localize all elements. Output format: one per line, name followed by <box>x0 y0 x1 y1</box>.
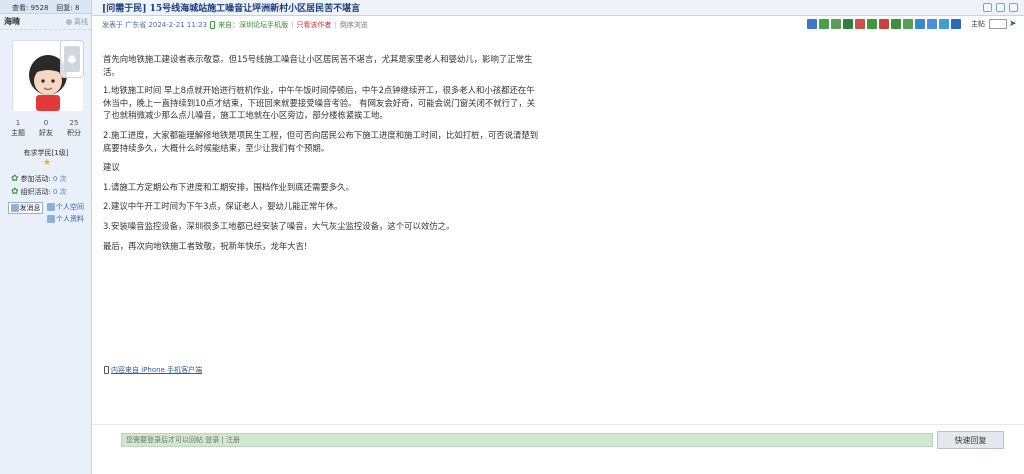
personal-profile-link[interactable]: 个人资料 <box>47 214 84 224</box>
author-header: 海晴 离线 <box>0 14 91 30</box>
profile-icon <box>47 215 55 223</box>
floor-jump-input[interactable] <box>989 19 1007 29</box>
activity-organized: ✿ 组织活动: 0 次 <box>11 187 67 197</box>
send-message-button[interactable]: 发消息 <box>8 202 43 214</box>
activity-joined: ✿ 参加活动: 0 次 <box>11 174 67 184</box>
count-topics[interactable]: 1 主题 <box>4 118 32 138</box>
count-points[interactable]: 25 积分 <box>60 118 88 138</box>
share-icon-7[interactable] <box>879 19 889 29</box>
share-icon-3[interactable] <box>831 19 841 29</box>
arrow-right-icon[interactable]: ➤ <box>1009 19 1018 29</box>
share-icon-12[interactable] <box>939 19 949 29</box>
post-paragraph: 2.施工进度，大家都能理解修地铁是项民生工程，但可否向居民公布下施工进度和施工时… <box>103 129 539 153</box>
apple-icon: ● <box>64 46 80 72</box>
post-content: 首先向地铁施工建设者表示敬意。但15号线施工噪音让小区居民苦不堪言，尤其是家里老… <box>103 53 543 259</box>
count-friends[interactable]: 0 好友 <box>32 118 60 138</box>
reverse-order-link[interactable]: 倒序浏览 <box>340 20 368 30</box>
replies-count: 回复: 8 <box>56 4 80 12</box>
post-paragraph: 建议 <box>103 162 120 173</box>
post-meta: 发表于 广东省 2024-2-21 11:23 来自：深圳论坛手机版 | 只看该… <box>92 16 1024 34</box>
iphone-icon <box>104 366 109 374</box>
star-icon: ★ <box>43 158 52 168</box>
print-icon[interactable] <box>983 3 992 12</box>
quick-reply-button[interactable]: 快速回复 <box>937 431 1004 449</box>
share-icon-4[interactable] <box>843 19 853 29</box>
post-paragraph: 首先向地铁施工建设者表示敬意。但15号线施工噪音让小区居民苦不堪言，尤其是家里老… <box>103 54 533 77</box>
offline-icon <box>66 18 72 25</box>
post-meta-info: 发表于 广东省 2024-2-21 11:23 来自：深圳论坛手机版 | 只看该… <box>102 20 368 30</box>
post-titlebar: [问需于民] 15号线海城站施工噪音让坪洲新村小区居民苦不堪言 <box>92 0 1024 16</box>
next-thread-icon[interactable] <box>1009 3 1018 12</box>
post-time: 发表于 广东省 2024-2-21 11:23 <box>102 21 208 29</box>
thread-stats: 查看: 9528 回复: 8 <box>0 0 91 14</box>
leaf-icon: ✿ <box>11 187 19 197</box>
author-name[interactable]: 海晴 <box>4 16 20 27</box>
share-icon-11[interactable] <box>927 19 937 29</box>
post-main: [问需于民] 15号线海城站施工噪音让坪洲新村小区居民苦不堪言 发表于 广东省 … <box>92 0 1024 474</box>
mobile-icon <box>210 21 216 29</box>
post-paragraph: 2.建议中午开工时间为下午3点，保证老人，婴幼儿能正常午休。 <box>103 201 343 212</box>
post-paragraph: 3.安装噪音监控设备，深圳很多工地都已经安装了噪音，大气灰尘监控设备，这个可以效… <box>103 220 455 231</box>
leaf-icon: ✿ <box>11 174 19 184</box>
post-source[interactable]: 来自：深圳论坛手机版 <box>218 20 288 30</box>
online-status: 离线 <box>66 17 88 27</box>
author-counts: 1 主题 0 好友 25 积分 <box>4 118 88 138</box>
post-paragraph: 1.请施工方定期公布下进度和工期安排，围档作业到底还需要多久。 <box>103 181 354 192</box>
views-count: 查看: 9528 <box>12 4 49 12</box>
share-icon-2[interactable] <box>819 19 829 29</box>
author-only-link[interactable]: 只看该作者 <box>296 20 331 30</box>
share-icon-1[interactable] <box>807 19 817 29</box>
author-sidebar: 查看: 9528 回复: 8 海晴 离线 ● 1 主题 0 好友 25 积分 有… <box>0 0 92 474</box>
share-icon-10[interactable] <box>915 19 925 29</box>
share-icon-8[interactable] <box>891 19 901 29</box>
personal-space-link[interactable]: 个人空间 <box>47 202 84 212</box>
post-paragraph: 1.地铁施工时间 早上8点就开始进行桩机作业，中午午饭时间停顿后，中午2点钟继续… <box>103 85 536 121</box>
online-status-label: 离线 <box>74 17 88 26</box>
share-toolbar: 主帖 ➤ <box>807 19 1018 29</box>
title-tools <box>983 3 1018 12</box>
envelope-icon <box>10 204 19 212</box>
share-icon-13[interactable] <box>951 19 961 29</box>
quick-reply-input[interactable] <box>121 433 933 447</box>
post-title: [问需于民] 15号线海城站施工噪音让坪洲新村小区居民苦不堪言 <box>102 4 361 14</box>
share-icon-5[interactable] <box>855 19 865 29</box>
jump-label: 主帖 <box>971 20 985 28</box>
mobile-badge: ● <box>60 40 84 78</box>
share-icon-9[interactable] <box>903 19 913 29</box>
user-level: 有求学民[1级] <box>23 149 69 157</box>
client-source-link[interactable]: 内容来自 iPhone 手机客户端 <box>104 365 202 375</box>
home-icon <box>47 203 55 211</box>
post-paragraph: 最后，再次向地铁施工者致敬，祝新年快乐，龙年大吉! <box>103 240 308 251</box>
prev-thread-icon[interactable] <box>996 3 1005 12</box>
share-icon-6[interactable] <box>867 19 877 29</box>
quick-reply: 快速回复 <box>92 424 1024 474</box>
